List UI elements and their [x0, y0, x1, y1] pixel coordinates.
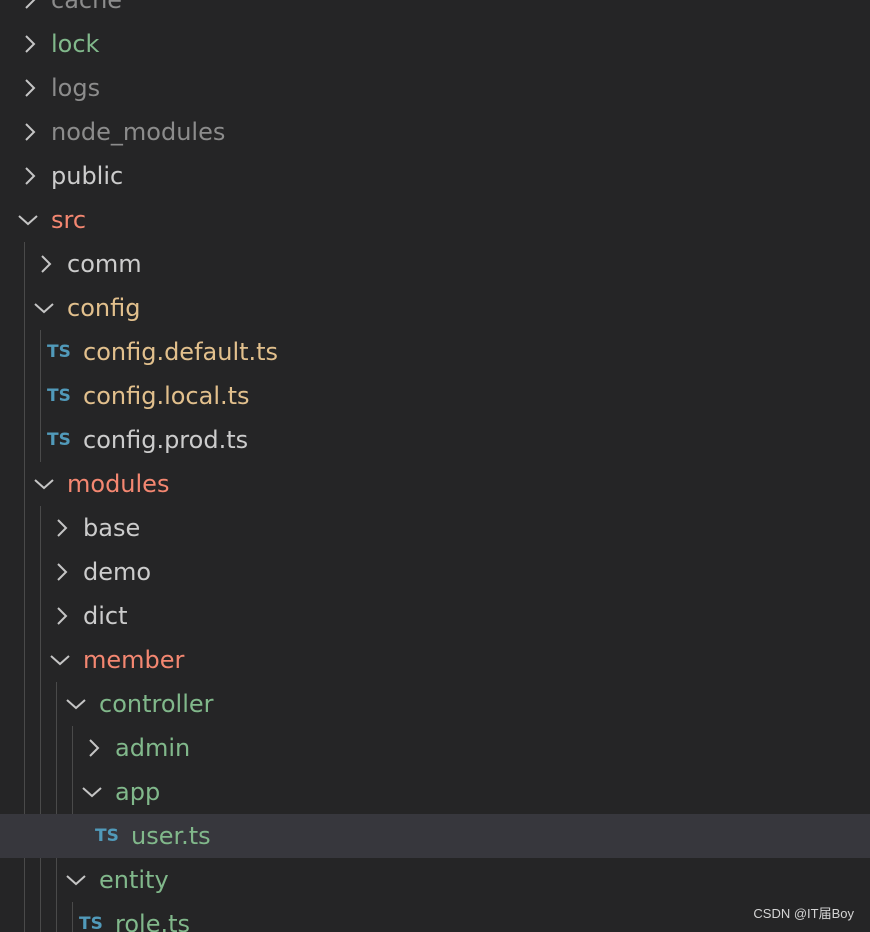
chevron-down-icon[interactable] [66, 858, 86, 902]
tree-item-label: config.default.ts [83, 338, 279, 366]
chevron-right-icon[interactable] [84, 726, 104, 770]
tree-item-label: comm [67, 250, 142, 278]
tree-row-role-ts[interactable]: TS role.ts [0, 902, 870, 932]
chevron-right-icon[interactable] [20, 0, 40, 22]
tree-row-config-prod-ts[interactable]: TS config.prod.ts [0, 418, 870, 462]
tree-item-label: logs [51, 74, 101, 102]
chevron-down-icon[interactable] [82, 770, 102, 814]
typescript-file-icon: TS [47, 342, 71, 362]
tree-row-cache[interactable]: cache [0, 0, 870, 22]
chevron-down-icon[interactable] [18, 198, 38, 242]
typescript-file-icon: TS [47, 430, 71, 450]
tree-item-label: dict [83, 602, 128, 630]
tree-row-dict[interactable]: dict [0, 594, 870, 638]
chevron-right-icon[interactable] [52, 506, 72, 550]
file-explorer-tree: cache lock logs node_modules public src [0, 0, 870, 932]
tree-row-controller[interactable]: controller [0, 682, 870, 726]
tree-item-label: modules [67, 470, 170, 498]
chevron-down-icon[interactable] [34, 462, 54, 506]
chevron-right-icon[interactable] [20, 154, 40, 198]
tree-item-label: config.prod.ts [83, 426, 249, 454]
tree-row-src[interactable]: src [0, 198, 870, 242]
chevron-right-icon[interactable] [52, 550, 72, 594]
watermark: CSDN @IT届Boy [753, 906, 854, 921]
tree-item-label: base [83, 514, 141, 542]
tree-row-user-ts[interactable]: TS user.ts [0, 814, 870, 858]
chevron-right-icon[interactable] [20, 66, 40, 110]
tree-item-label: cache [51, 0, 123, 14]
chevron-right-icon[interactable] [52, 594, 72, 638]
tree-row-demo[interactable]: demo [0, 550, 870, 594]
tree-row-app[interactable]: app [0, 770, 870, 814]
tree-row-config-local-ts[interactable]: TS config.local.ts [0, 374, 870, 418]
chevron-down-icon[interactable] [66, 682, 86, 726]
chevron-right-icon[interactable] [36, 242, 56, 286]
tree-row-admin[interactable]: admin [0, 726, 870, 770]
chevron-down-icon[interactable] [34, 286, 54, 330]
tree-item-label: app [115, 778, 161, 806]
typescript-file-icon: TS [47, 386, 71, 406]
tree-row-modules[interactable]: modules [0, 462, 870, 506]
chevron-right-icon[interactable] [20, 110, 40, 154]
tree-item-label: member [83, 646, 185, 674]
tree-item-label: entity [99, 866, 169, 894]
chevron-right-icon[interactable] [20, 22, 40, 66]
tree-row-entity[interactable]: entity [0, 858, 870, 902]
tree-row-public[interactable]: public [0, 154, 870, 198]
tree-item-label: node_modules [51, 118, 226, 146]
tree-item-label: role.ts [115, 910, 190, 932]
tree-row-base[interactable]: base [0, 506, 870, 550]
tree-row-comm[interactable]: comm [0, 242, 870, 286]
typescript-file-icon: TS [79, 914, 103, 932]
tree-item-label: src [51, 206, 87, 234]
typescript-file-icon: TS [95, 826, 119, 846]
tree-row-config-default-ts[interactable]: TS config.default.ts [0, 330, 870, 374]
tree-item-label: public [51, 162, 124, 190]
tree-item-label: lock [51, 30, 100, 58]
tree-row-member[interactable]: member [0, 638, 870, 682]
tree-item-label: config [67, 294, 141, 322]
tree-row-config[interactable]: config [0, 286, 870, 330]
tree-item-label: admin [115, 734, 191, 762]
tree-row-logs[interactable]: logs [0, 66, 870, 110]
tree-item-label: user.ts [131, 822, 211, 850]
tree-item-label: controller [99, 690, 214, 718]
tree-row-lock[interactable]: lock [0, 22, 870, 66]
tree-row-node-modules[interactable]: node_modules [0, 110, 870, 154]
chevron-down-icon[interactable] [50, 638, 70, 682]
tree-item-label: demo [83, 558, 152, 586]
tree-item-label: config.local.ts [83, 382, 250, 410]
